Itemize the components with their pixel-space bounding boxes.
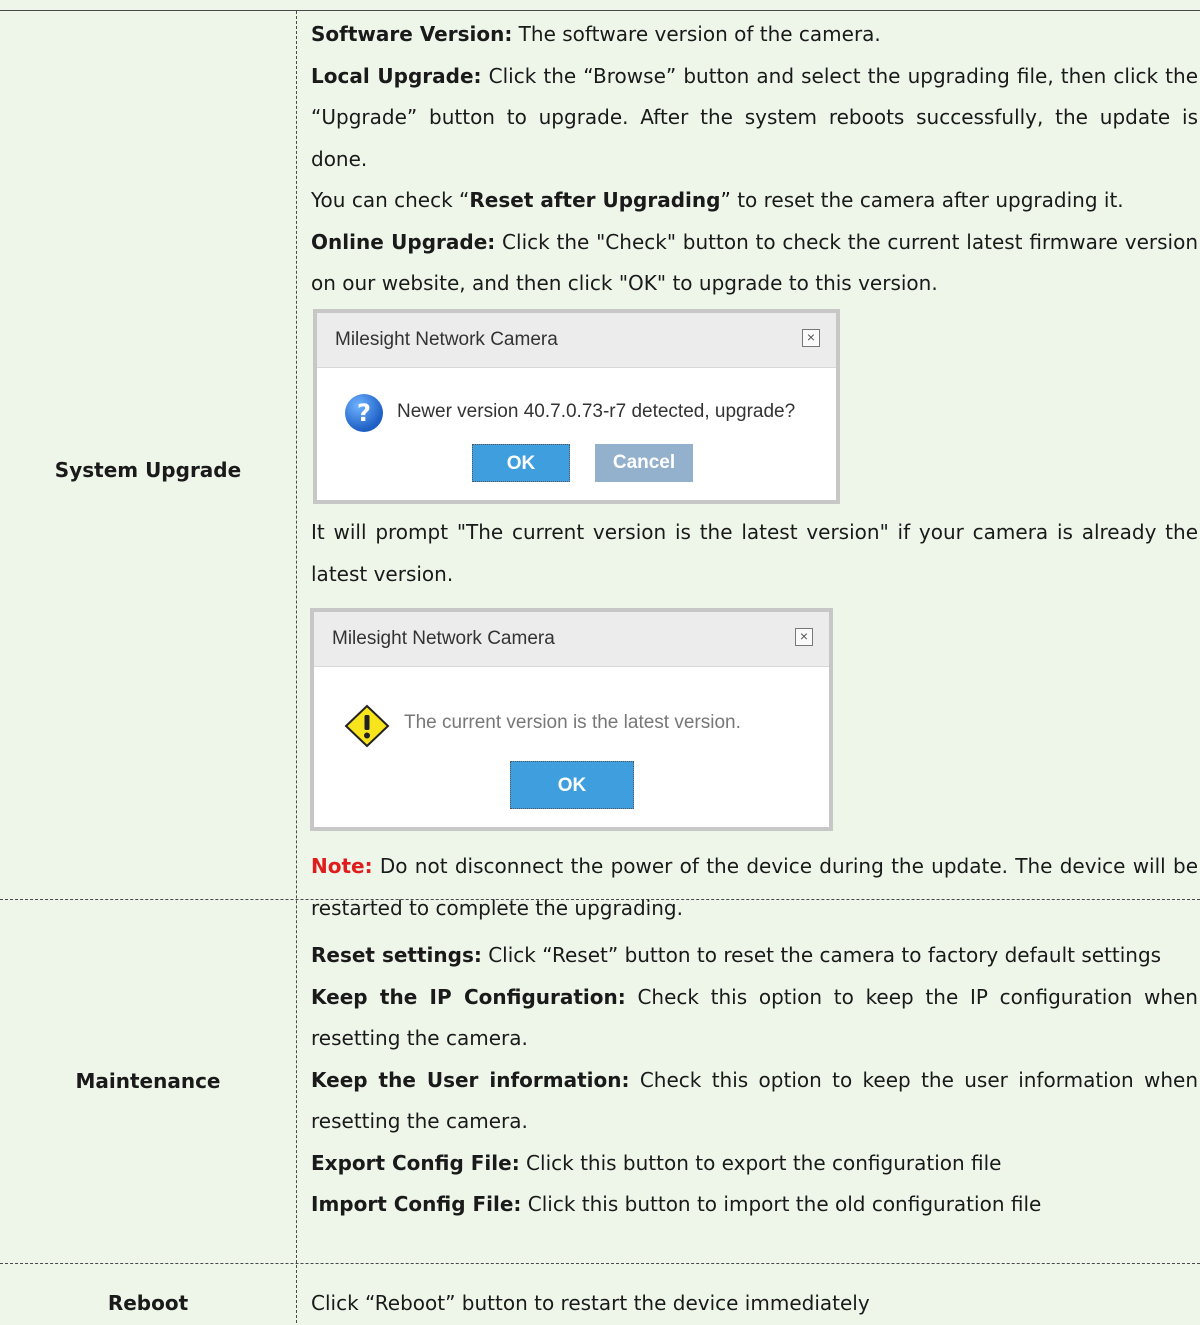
upgrade-confirm-dialog: Milesight Network Camera × ? Newer versi… — [313, 309, 840, 504]
system-upgrade-cell-top: Software Version: The software version o… — [311, 14, 1198, 305]
software-version-paragraph: Software Version: The software version o… — [311, 22, 881, 46]
list-item: Keep the User information: Check this op… — [311, 1067, 1198, 1134]
list-item: Export Config File: Click this button to… — [311, 1150, 1002, 1175]
online-upgrade-title: Online Upgrade: — [311, 229, 496, 254]
row-divider-reboot — [0, 1263, 1200, 1264]
note-paragraph: Note: Do not disconnect the power of the… — [311, 854, 1198, 920]
cancel-button[interactable]: Cancel — [595, 444, 693, 482]
note-label: Note: — [311, 854, 373, 878]
local-upgrade-paragraph: Local Upgrade: Click the “Browse” button… — [311, 63, 1199, 171]
latest-version-dialog: Milesight Network Camera × The current v… — [310, 608, 833, 831]
row-label-system-upgrade: System Upgrade — [54, 458, 242, 482]
close-icon[interactable]: × — [795, 628, 813, 646]
ok-button[interactable]: OK — [472, 444, 570, 482]
system-upgrade-cell-note: Note: Do not disconnect the power of the… — [311, 846, 1198, 929]
column-divider — [296, 11, 297, 1323]
software-version-title: Software Version: — [311, 22, 513, 46]
warning-icon — [344, 704, 390, 748]
reset-after-upgrading-term: Reset after Upgrading — [469, 188, 721, 212]
local-upgrade-title: Local Upgrade: — [311, 63, 482, 88]
ok-button[interactable]: OK — [510, 761, 634, 809]
table-top-border — [0, 10, 1200, 11]
dialog-message: Newer version 40.7.0.73-r7 detected, upg… — [397, 401, 796, 422]
dialog-message: The current version is the latest versio… — [404, 712, 741, 733]
dialog-title: Milesight Network Camera — [314, 612, 829, 667]
row-label-maintenance: Maintenance — [75, 1069, 221, 1093]
list-item: Reset settings: Click “Reset” button to … — [311, 943, 1162, 967]
maintenance-cell: Reset settings: Click “Reset” button to … — [311, 935, 1198, 1226]
list-item: Keep the IP Configuration: Check this op… — [311, 984, 1198, 1051]
reboot-cell: Click “Reboot” button to restart the dev… — [311, 1283, 1198, 1325]
system-upgrade-cell-prompt: It will prompt "The current version is t… — [311, 512, 1198, 595]
online-upgrade-paragraph: Online Upgrade: Click the "Check" button… — [311, 229, 1199, 296]
list-item: Import Config File: Click this button to… — [311, 1192, 1042, 1216]
reboot-description: Click “Reboot” button to restart the dev… — [311, 1291, 870, 1315]
reset-after-upgrade-paragraph: You can check “Reset after Upgrading” to… — [311, 188, 1124, 212]
close-icon[interactable]: × — [802, 329, 820, 347]
latest-version-prompt-paragraph: It will prompt "The current version is t… — [311, 520, 1198, 586]
row-label-reboot: Reboot — [107, 1291, 189, 1315]
dialog-title: Milesight Network Camera — [317, 313, 836, 368]
question-icon: ? — [345, 394, 383, 432]
